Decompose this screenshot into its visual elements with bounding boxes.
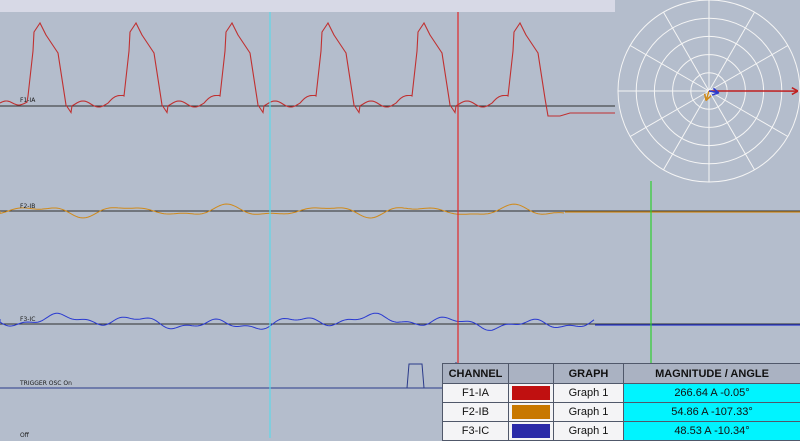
header-graph[interactable]: GRAPH <box>554 364 624 384</box>
legend-graph[interactable]: Graph 1 <box>554 384 624 403</box>
legend-magnitude: 54.86 A -107.33° <box>624 403 800 422</box>
phasor-spoke <box>709 12 755 91</box>
legend-color-swatch[interactable] <box>509 384 554 403</box>
legend-row[interactable]: F1-IA Graph 1 266.64 A -0.05° <box>443 384 800 403</box>
phasor-spoke <box>630 46 709 92</box>
legend-color-swatch[interactable] <box>509 403 554 422</box>
phasor-diagram <box>618 0 800 182</box>
waveforms <box>0 23 800 388</box>
color-swatch <box>512 424 550 438</box>
header-channel[interactable]: CHANNEL <box>443 364 509 384</box>
waveform-ia <box>0 23 615 116</box>
phasor-spoke <box>630 91 709 137</box>
header-swatch[interactable] <box>509 364 554 384</box>
title-bar <box>0 0 615 12</box>
channel-label-ic: F3-IC <box>20 316 35 323</box>
legend-channel: F1-IA <box>443 384 509 403</box>
phasor-spoke <box>664 12 710 91</box>
header-magnitude[interactable]: MAGNITUDE / ANGLE <box>624 364 800 384</box>
legend-header-row: CHANNEL GRAPH MAGNITUDE / ANGLE <box>443 364 800 384</box>
phasor-spoke <box>664 91 710 170</box>
trigger-label: TRIGGER OSC On <box>20 380 72 387</box>
phasor-spoke <box>709 46 788 92</box>
legend-row[interactable]: F2-IB Graph 1 54.86 A -107.33° <box>443 403 800 422</box>
phasor-spoke <box>709 91 755 170</box>
waveform-ic <box>0 313 594 330</box>
channel-label-ia: F1-IA <box>20 97 35 104</box>
phasor-spoke <box>709 91 788 137</box>
legend-channel: F2-IB <box>443 403 509 422</box>
trigger-pulse <box>407 364 424 388</box>
color-swatch <box>512 386 550 400</box>
channel-label-ib: F2-IB <box>20 203 35 210</box>
legend-graph[interactable]: Graph 1 <box>554 403 624 422</box>
legend-magnitude: 266.64 A -0.05° <box>624 384 800 403</box>
color-swatch <box>512 405 550 419</box>
channel-legend-table: CHANNEL GRAPH MAGNITUDE / ANGLE F1-IA Gr… <box>442 363 800 441</box>
